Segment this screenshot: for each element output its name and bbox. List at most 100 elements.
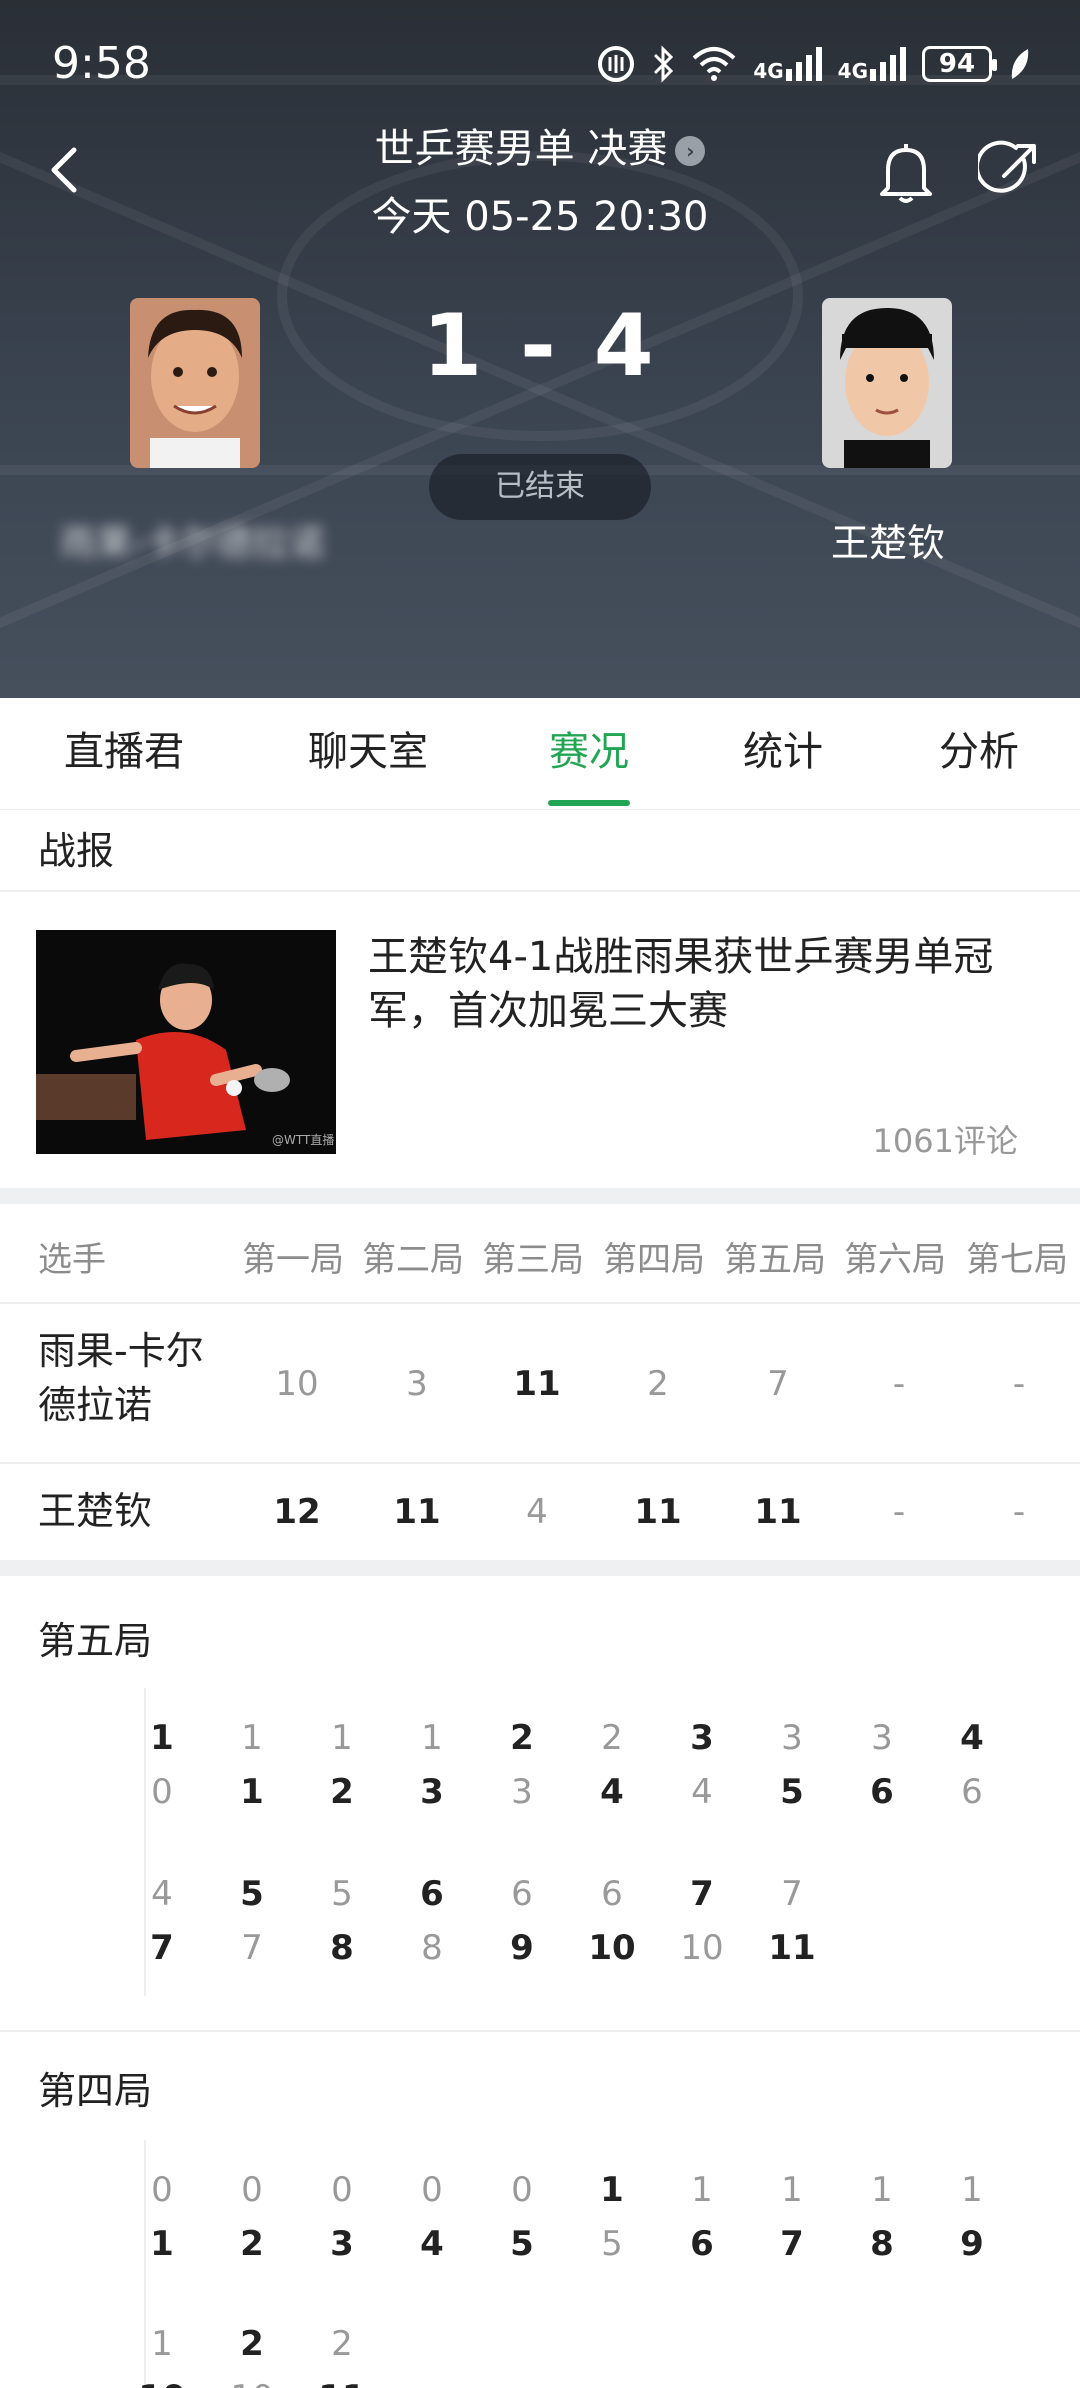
notification-button[interactable] [876,140,936,206]
point-score-top: 0 [151,2170,173,2210]
status-icons: 4G 4G 94 [597,44,1030,84]
avatar-right-player[interactable] [822,298,952,468]
table-cell-score: 7 [767,1364,789,1404]
point-score-top: 0 [511,2170,533,2210]
table-cell-score: 4 [526,1492,548,1532]
point-score-top: 1 [961,2170,983,2210]
table-header-player: 选手 [38,1240,106,1280]
point-score-bottom: 6 [870,1772,894,1812]
nfc-icon [598,46,635,82]
tab-live[interactable]: 直播君 [36,698,212,810]
news-comment-count[interactable]: 1061评论 [873,1116,1018,1162]
point-score-top: 2 [331,2324,353,2364]
point-score-bottom: 7 [241,1928,263,1968]
point-score-top: 2 [601,1718,623,1758]
point-score-top: 5 [331,1874,353,1914]
table-cell-score: 11 [513,1364,561,1404]
divider [0,890,1080,892]
table-cell-score: 11 [754,1492,802,1532]
tab-stats[interactable]: 统计 [714,698,852,810]
leaf-icon [1011,49,1029,79]
point-score-top: 3 [781,1718,803,1758]
tab-analysis[interactable]: 分析 [910,698,1048,810]
point-score-bottom: 8 [330,1928,354,1968]
table-header-game-5: 第五局 [724,1240,826,1280]
status-bar: 9:58 4G 4G 94 [0,0,1080,130]
table-header-game-6: 第六局 [844,1240,946,1280]
match-header: 9:58 4G 4G 94 世乒赛男单 决赛› 今天 05-25 20:30 [0,0,1080,698]
point-score-bottom: 10 [222,2378,282,2388]
tab-active-indicator [548,800,630,806]
point-score-bottom: 8 [870,2224,894,2264]
table-header-game-3: 第三局 [482,1240,584,1280]
table-cell-score: 2 [647,1364,669,1404]
point-score-bottom: 6 [690,2224,714,2264]
game-4-title: 第四局 [38,2069,153,2113]
section-divider [0,1188,1080,1204]
point-score-bottom: 4 [691,1772,713,1812]
point-score-bottom: 3 [420,1772,444,1812]
point-score-bottom: 6 [961,1772,983,1812]
point-score-top: 7 [781,1874,803,1914]
point-score-top: 6 [511,1874,533,1914]
divider [0,1462,1080,1464]
point-score-top: 1 [421,1718,443,1758]
point-score-bottom: 4 [600,1772,624,1812]
point-score-top: 6 [601,1874,623,1914]
table-header-game-7: 第七局 [966,1240,1068,1280]
point-score-top: 0 [241,2170,263,2210]
divider [0,2030,1080,2032]
news-headline[interactable]: 王楚钦4-1战胜雨果获世乒赛男单冠军，首次加冕三大赛 [368,930,1018,1038]
point-score-bottom: 11 [312,2378,372,2388]
match-status-badge: 已结束 [429,454,651,520]
point-score-bottom: 10 [588,1928,636,1968]
point-score-top: 1 [151,2324,173,2364]
point-score-bottom: 7 [780,2224,804,2264]
point-score-top: 1 [331,1718,353,1758]
point-score-top: 1 [691,2170,713,2210]
bell-icon [880,144,932,203]
tab-chatroom[interactable]: 聊天室 [280,698,456,810]
news-section-title: 战报 [38,829,115,873]
point-score-top: 1 [600,2170,624,2210]
point-score-top: 0 [421,2170,443,2210]
point-score-bottom: 10 [680,1928,724,1968]
table-cell-score: 12 [273,1492,321,1532]
point-score-bottom: 1 [240,1772,264,1812]
share-icon [975,140,1036,193]
point-score-bottom: 9 [960,2224,984,2264]
point-score-top: 1 [150,1718,174,1758]
point-score-top: 7 [690,1874,714,1914]
point-score-bottom: 4 [420,2224,444,2264]
status-time: 9:58 [52,38,151,89]
table-header-game-4: 第四局 [603,1240,705,1280]
point-score-top: 1 [871,2170,893,2210]
table-header-game-1: 第一局 [242,1240,344,1280]
table-cell-score: 10 [275,1364,319,1404]
tab-match-status[interactable]: 赛况 [520,698,658,810]
bluetooth-icon [654,45,674,83]
share-button[interactable] [975,140,1040,202]
point-score-bottom: 5 [780,1772,804,1812]
point-score-top: 3 [690,1718,714,1758]
point-score-top: 1 [781,2170,803,2210]
signal-1-icon: 4G [753,47,822,81]
point-score-bottom: 0 [151,1772,173,1812]
point-score-top: 0 [331,2170,353,2210]
point-score-bottom: 5 [510,2224,534,2264]
point-score-top: 5 [240,1874,264,1914]
point-score-bottom: 11 [768,1928,816,1968]
player-left-name: 雨果-卡尔德拉诺 [60,523,325,564]
divider [0,1302,1080,1304]
point-score-bottom: 10 [132,2378,192,2388]
point-score-top: 6 [420,1874,444,1914]
point-score-top: 1 [241,1718,263,1758]
point-score-bottom: 1 [150,2224,174,2264]
table-header-game-2: 第二局 [362,1240,464,1280]
point-score-top: 4 [151,1874,173,1914]
news-thumbnail[interactable]: @WTT直播 [36,930,336,1154]
point-score-top: 4 [960,1718,984,1758]
table-cell-score: - [1012,1492,1026,1532]
tab-bar: 直播君 聊天室 赛况 统计 分析 [0,698,1080,810]
point-score-bottom: 2 [330,1772,354,1812]
